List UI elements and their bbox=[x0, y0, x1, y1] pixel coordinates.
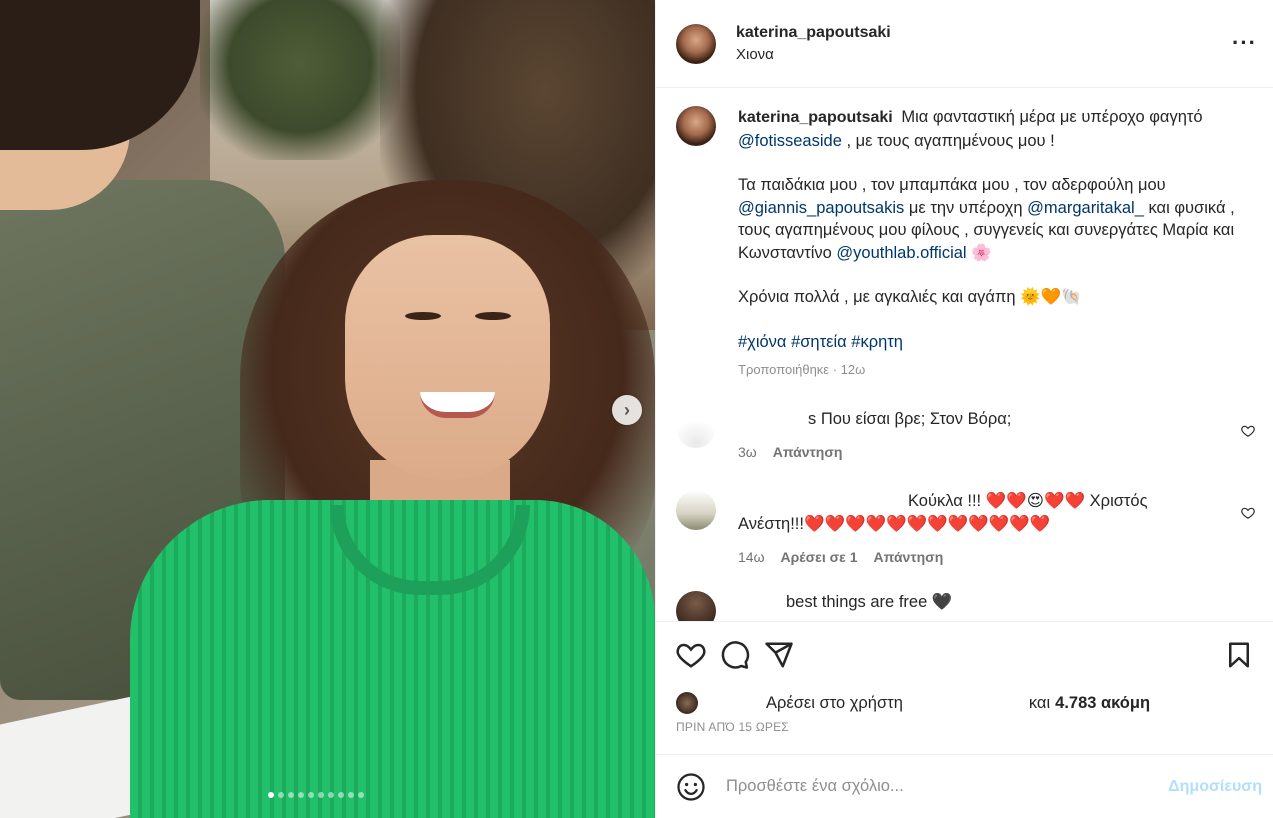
woman-eye-right bbox=[475, 312, 511, 320]
carousel-dot bbox=[308, 792, 314, 798]
add-comment-bar: Δημοσίευση bbox=[656, 754, 1273, 818]
comment-likes[interactable]: Αρέσει σε 1 bbox=[781, 546, 858, 569]
author-username[interactable]: katerina_papoutsaki bbox=[736, 21, 891, 44]
post-caption: katerina_papoutsaki Μια φανταστική μέρα … bbox=[676, 106, 1257, 382]
heart-icon[interactable] bbox=[676, 640, 706, 670]
mention-link[interactable]: @youthlab.official bbox=[836, 244, 966, 262]
commenter-avatar[interactable] bbox=[676, 590, 716, 621]
post-photo[interactable]: › bbox=[0, 0, 655, 818]
comments-list[interactable]: katerina_papoutsaki Μια φανταστική μέρα … bbox=[656, 88, 1273, 621]
post-comment-button[interactable]: Δημοσίευση bbox=[1168, 778, 1262, 796]
bookmark-icon[interactable] bbox=[1224, 640, 1254, 670]
comment-text: Κούκλα !!! ❤️❤️😍❤️❤️ Χριστός bbox=[908, 491, 1148, 510]
comment-text: s Που είσαι βρε; Στον Βόρα; bbox=[808, 409, 1012, 428]
liker-avatar[interactable] bbox=[676, 692, 698, 714]
carousel-dot bbox=[328, 792, 334, 798]
boy-hair bbox=[0, 0, 200, 150]
mention-link[interactable]: @margaritakal_ bbox=[1027, 199, 1144, 217]
comment-input[interactable] bbox=[726, 777, 1146, 796]
carousel-dot bbox=[268, 792, 274, 798]
caption-p2-start: Τα παιδάκια μου , τον μπαμπάκα μου , τον… bbox=[738, 176, 1166, 194]
reply-button[interactable]: Απάντηση bbox=[874, 546, 944, 569]
woman-eye-left bbox=[405, 312, 441, 320]
carousel-dot bbox=[278, 792, 284, 798]
post-side-panel: katerina_papoutsaki Χιονα ··· katerina_p… bbox=[655, 0, 1273, 818]
more-horizontal-icon[interactable]: ··· bbox=[1232, 30, 1257, 56]
mention-link[interactable]: @giannis_papoutsakis bbox=[738, 199, 904, 217]
comment-item: Κούκλα !!! ❤️❤️😍❤️❤️ Χριστός Ανέστη!!!❤️… bbox=[676, 489, 1257, 569]
carousel-dot bbox=[348, 792, 354, 798]
author-avatar[interactable] bbox=[676, 23, 716, 64]
post-header: katerina_papoutsaki Χιονα ··· bbox=[656, 0, 1273, 88]
comment-text-cont: Ανέστη!!!❤️❤️❤️❤️❤️❤️❤️❤️❤️❤️❤️❤️ bbox=[738, 514, 1051, 533]
send-icon[interactable] bbox=[764, 640, 794, 670]
comment-time[interactable]: 14ω bbox=[738, 546, 765, 569]
carousel-next-button[interactable]: › bbox=[612, 395, 642, 425]
caption-meta: Τροποποιήθηκε · 12ω bbox=[738, 362, 866, 377]
carousel-dot bbox=[298, 792, 304, 798]
post-location[interactable]: Χιονα bbox=[736, 44, 891, 66]
likes-summary: Αρέσει στο χρήστη και 4.783 ακόμη bbox=[676, 692, 1254, 714]
comment-item: s Που είσαι βρε; Στον Βόρα; 3ω Απάντηση bbox=[676, 407, 1257, 464]
carousel-dots bbox=[268, 792, 364, 798]
carousel-dot bbox=[318, 792, 324, 798]
comment-time[interactable]: 3ω bbox=[738, 441, 757, 464]
flower-emoji: 🌸 bbox=[971, 243, 992, 262]
post-actions: Αρέσει στο χρήστη και 4.783 ακόμη ΠΡΙΝ Α… bbox=[656, 621, 1273, 754]
caption-p3-emoji: 🌞🧡🐚 bbox=[1020, 288, 1082, 306]
caption-username[interactable]: katerina_papoutsaki bbox=[738, 109, 893, 126]
likes-and: και bbox=[1028, 693, 1051, 712]
reply-button[interactable]: Απάντηση bbox=[773, 441, 843, 464]
caption-p3: Χρόνια πολλά , με αγκαλιές και αγάπη bbox=[738, 288, 1016, 306]
carousel-dot bbox=[358, 792, 364, 798]
comment-icon[interactable] bbox=[720, 640, 750, 670]
carousel-dot bbox=[338, 792, 344, 798]
caption-avatar[interactable] bbox=[676, 106, 716, 146]
woman-face bbox=[345, 235, 550, 480]
commenter-avatar[interactable] bbox=[676, 489, 716, 530]
emoji-icon[interactable] bbox=[676, 772, 706, 802]
heart-icon[interactable] bbox=[1241, 506, 1255, 520]
carousel-dot bbox=[288, 792, 294, 798]
caption-p2-mid: με την υπέροχη bbox=[908, 198, 1023, 217]
heart-icon[interactable] bbox=[1241, 424, 1255, 438]
chevron-right-icon: › bbox=[624, 399, 630, 420]
background-tree-leaves bbox=[200, 0, 400, 160]
likes-count[interactable]: 4.783 ακόμη bbox=[1055, 694, 1150, 713]
hashtag-link[interactable]: #σητεία bbox=[791, 333, 847, 351]
likes-text: Αρέσει στο χρήστη bbox=[766, 693, 903, 712]
caption-line1-end: , με τους αγαπημένους μου ! bbox=[846, 131, 1055, 150]
hashtag-link[interactable]: #χιόνα bbox=[738, 333, 786, 351]
comment-text: best things are free 🖤 bbox=[786, 592, 953, 611]
caption-line1: Μια φανταστική μέρα με υπέροχο φαγητό bbox=[901, 108, 1203, 126]
comment-item: best things are free 🖤 bbox=[676, 590, 1257, 621]
commenter-avatar[interactable] bbox=[676, 407, 716, 448]
hashtag-link[interactable]: #κρητη bbox=[851, 333, 903, 351]
mention-link[interactable]: @fotisseaside bbox=[738, 132, 842, 150]
post-time[interactable]: ΠΡΙΝ ΑΠΌ 15 ΩΡΕΣ bbox=[676, 720, 1254, 734]
